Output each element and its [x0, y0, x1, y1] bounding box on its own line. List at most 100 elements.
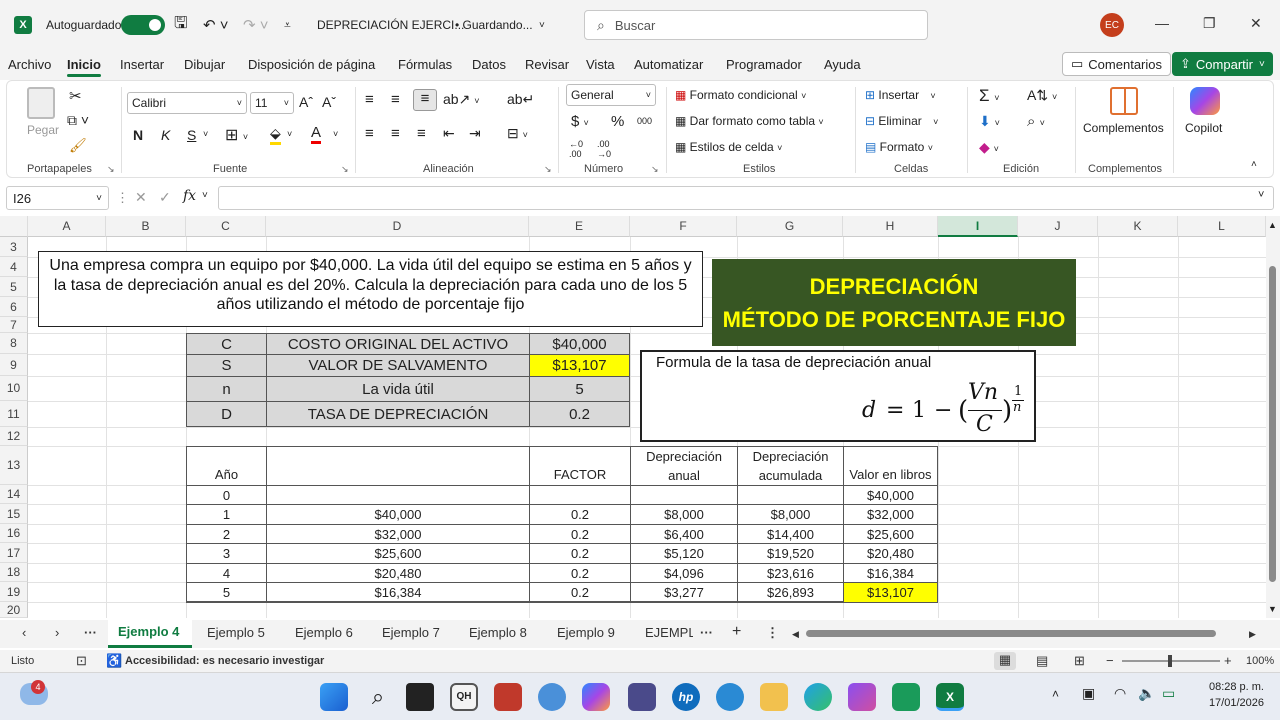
tab-ejemplo-5[interactable]: Ejemplo 5	[207, 625, 265, 640]
param-value[interactable]: 0.2	[529, 401, 630, 427]
qh-app-icon[interactable]: QH	[450, 683, 478, 711]
bold-button[interactable]: N	[133, 127, 143, 143]
menu-inicio[interactable]: Inicio	[67, 57, 101, 77]
dialog-launcher-icon[interactable]: ↘	[341, 164, 349, 175]
row-header[interactable]: 5	[0, 277, 28, 297]
tab-ejemplo-more[interactable]: EJEMPL	[645, 625, 693, 640]
row-header[interactable]: 11	[0, 401, 28, 427]
clipchamp-icon[interactable]	[848, 683, 876, 711]
font-name-select[interactable]: Calibri ˅	[127, 92, 247, 114]
collapse-ribbon-icon[interactable]: ˄	[1251, 159, 1257, 170]
search-icon[interactable]: ⌕	[364, 683, 392, 711]
param-value[interactable]: 5	[529, 376, 630, 402]
align-right-icon[interactable]: ≡	[417, 125, 426, 142]
cell-accum[interactable]: $19,520	[737, 543, 844, 564]
copy-icon[interactable]: ⧉ ˅	[67, 112, 89, 129]
row-header[interactable]: 10	[0, 376, 28, 401]
zoom-slider-thumb[interactable]	[1168, 655, 1172, 667]
row-header[interactable]: 12	[0, 427, 28, 446]
chevron-down-icon[interactable]: ˅	[203, 129, 208, 139]
formula-box[interactable]: Formula de la tasa de depreciación anual…	[640, 350, 1036, 442]
cell-accum[interactable]: $23,616	[737, 563, 844, 583]
increase-indent-icon[interactable]: ⇥	[469, 125, 481, 142]
decrease-indent-icon[interactable]: ⇤	[443, 125, 455, 142]
title-box[interactable]: DEPRECIACIÓN MÉTODO DE PORCENTAJE FIJO	[712, 259, 1076, 346]
cell-factor[interactable]: 0.2	[529, 563, 631, 583]
cell-dep[interactable]: $5,120	[630, 543, 738, 564]
chevron-down-icon[interactable]: ˅	[202, 190, 208, 201]
number-format-select[interactable]: General ˅	[566, 84, 656, 106]
edge-icon[interactable]	[804, 683, 832, 711]
cell-book[interactable]: $40,000	[843, 485, 938, 505]
col-header-b[interactable]: B	[106, 216, 186, 237]
cell-factor[interactable]: 0.2	[529, 524, 631, 544]
font-size-select[interactable]: 11 ˅	[250, 92, 294, 114]
cell-year[interactable]: 2	[186, 524, 267, 544]
param-label[interactable]: VALOR DE SALVAMENTO	[266, 354, 530, 377]
menu-datos[interactable]: Datos	[472, 57, 506, 72]
borders-icon[interactable]: ⊞ ˅	[225, 125, 248, 145]
row-header[interactable]: 20	[0, 602, 28, 618]
app-icon[interactable]	[494, 683, 522, 711]
more-options-icon[interactable]: ⋮	[116, 190, 129, 206]
menu-automatizar[interactable]: Automatizar	[634, 57, 703, 72]
menu-archivo[interactable]: Archivo	[8, 57, 51, 72]
chevron-down-icon[interactable]: ˅	[539, 0, 545, 50]
cell-book[interactable]: $16,384	[843, 563, 938, 583]
menu-insertar[interactable]: Insertar	[120, 57, 164, 72]
menu-vista[interactable]: Vista	[586, 57, 615, 72]
select-all-corner[interactable]	[0, 216, 28, 237]
align-center-icon[interactable]: ≡	[391, 125, 400, 142]
param-symbol[interactable]: D	[186, 401, 267, 427]
merge-center-icon[interactable]: ⊟ ˅	[507, 125, 528, 142]
customize-toolbar-icon[interactable]: ⩡	[284, 0, 291, 50]
align-middle-icon[interactable]: ≡	[391, 91, 400, 108]
zoom-level[interactable]: 100%	[1246, 655, 1274, 667]
param-value[interactable]: $13,107	[529, 354, 630, 377]
battery-icon[interactable]: ▭	[1162, 685, 1175, 702]
header-dep-accum[interactable]: Depreciación acumulada	[737, 446, 844, 486]
header-year[interactable]: Año	[186, 446, 267, 486]
chevron-down-icon[interactable]: ˅	[333, 129, 338, 139]
avatar[interactable]: EC	[1100, 13, 1124, 37]
cell-year[interactable]: 3	[186, 543, 267, 564]
align-top-icon[interactable]: ≡	[365, 91, 374, 108]
normal-view-icon[interactable]: ▦	[994, 652, 1016, 670]
cell-book-final[interactable]: $13,107	[843, 582, 938, 603]
align-left-icon[interactable]: ≡	[365, 125, 374, 142]
cell-base[interactable]: $20,480	[266, 563, 530, 583]
expand-formula-icon[interactable]: ˅	[1258, 189, 1264, 201]
formula-input[interactable]	[218, 186, 1274, 210]
cell-base[interactable]	[266, 485, 530, 505]
menu-ayuda[interactable]: Ayuda	[824, 57, 861, 72]
task-view-icon[interactable]	[406, 683, 434, 711]
row-header[interactable]: 3	[0, 237, 28, 257]
chart-app-icon[interactable]	[892, 683, 920, 711]
cell-dep[interactable]: $6,400	[630, 524, 738, 544]
param-value[interactable]: $40,000	[529, 333, 630, 355]
cell-year[interactable]: 0	[186, 485, 267, 505]
tab-ejemplo-9[interactable]: Ejemplo 9	[557, 625, 615, 640]
find-select-icon[interactable]: ⌕ ˅	[1027, 113, 1045, 130]
menu-disposicion[interactable]: Disposición de página	[248, 57, 375, 72]
align-bottom-icon[interactable]: ≡	[413, 89, 437, 111]
save-icon[interactable]: 🖫	[174, 0, 188, 50]
page-break-icon[interactable]: ⊞	[1074, 653, 1085, 669]
scroll-up-icon[interactable]: ▲	[1268, 220, 1277, 230]
tab-next-icon[interactable]: ›	[55, 625, 59, 640]
row-header[interactable]: 4	[0, 257, 28, 277]
close-icon[interactable]: ✕	[1250, 15, 1262, 32]
row-header[interactable]: 8	[0, 333, 28, 354]
cell-book[interactable]: $20,480	[843, 543, 938, 564]
header-base[interactable]	[266, 446, 530, 486]
row-header[interactable]: 19	[0, 582, 28, 602]
cell-accum[interactable]	[737, 485, 844, 505]
redo-icon[interactable]: ↷ ˅	[243, 0, 269, 50]
format-cells-button[interactable]: ▤ Formato ˅	[865, 140, 933, 154]
tab-prev-icon[interactable]: ‹	[22, 625, 26, 640]
tabs-more-icon[interactable]: ···	[700, 625, 713, 640]
copilot-icon[interactable]	[1190, 87, 1220, 115]
col-header-k[interactable]: K	[1098, 216, 1178, 237]
cell-dep[interactable]: $3,277	[630, 582, 738, 603]
row-header[interactable]: 9	[0, 354, 28, 376]
